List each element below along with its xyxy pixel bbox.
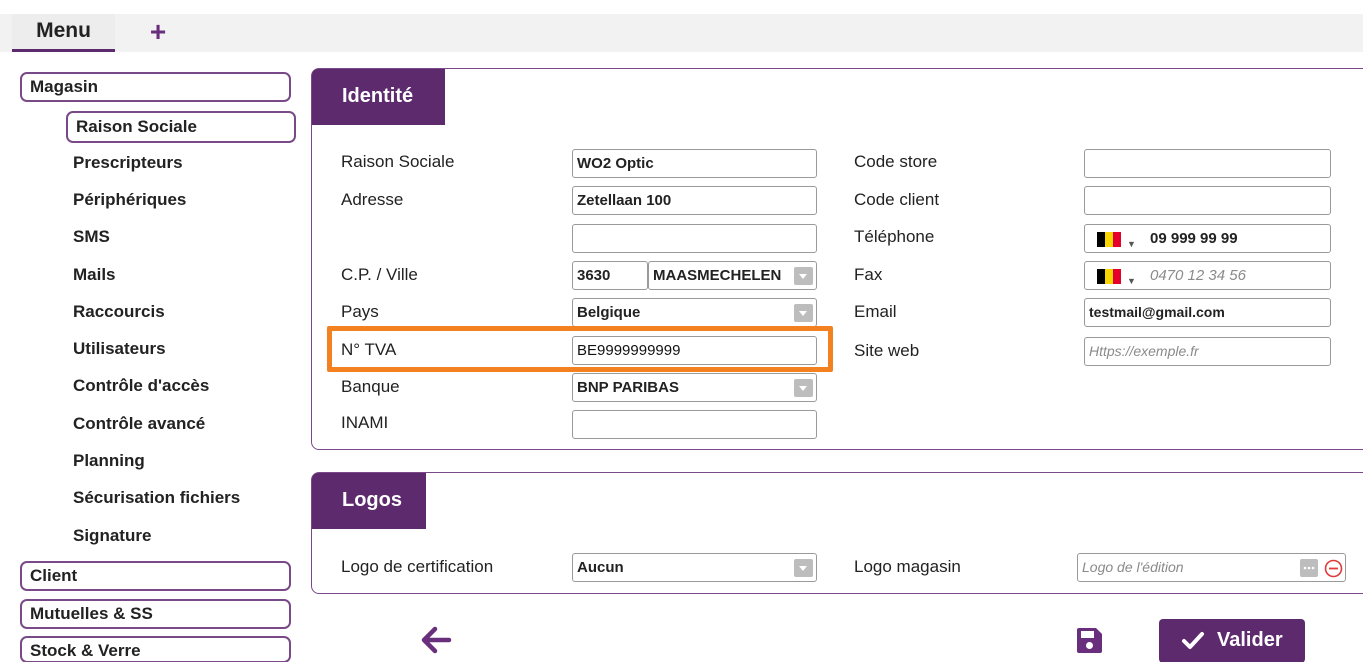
adresse-line2-input[interactable]	[572, 224, 817, 253]
sidebar-item-securisation-fichiers[interactable]: Sécurisation fichiers	[66, 483, 296, 515]
label-fax: Fax	[854, 265, 883, 284]
pays-value: Belgique	[577, 304, 641, 321]
fax-input[interactable]: ▼ 0470 12 34 56	[1084, 261, 1331, 290]
inami-input[interactable]	[572, 410, 817, 439]
sidebar-item-planning[interactable]: Planning	[66, 446, 296, 478]
valider-button[interactable]: Valider	[1159, 619, 1305, 662]
caret-down-icon[interactable]: ▼	[1127, 231, 1136, 252]
tab-bar: Menu +	[0, 14, 1363, 52]
chevron-down-icon[interactable]	[794, 304, 813, 322]
sidebar-group-mutuelles[interactable]: Mutuelles & SS	[20, 599, 291, 629]
chevron-down-icon[interactable]	[794, 379, 813, 397]
sidebar-item-raccourcis[interactable]: Raccourcis	[66, 297, 296, 329]
chevron-down-icon[interactable]	[794, 267, 813, 285]
adresse-input[interactable]: Zetellaan 100	[572, 186, 817, 215]
logos-title: Logos	[312, 473, 426, 529]
identite-title: Identité	[312, 69, 445, 125]
save-icon[interactable]	[1075, 626, 1104, 655]
belgium-flag-icon[interactable]	[1097, 232, 1121, 247]
sidebar-item-prescripteurs[interactable]: Prescripteurs	[66, 148, 296, 180]
tva-highlight-box	[327, 326, 833, 372]
label-inami: INAMI	[341, 413, 389, 432]
sidebar-group-stock[interactable]: Stock & Verre	[20, 636, 291, 662]
sidebar-item-signature[interactable]: Signature	[66, 521, 296, 553]
check-icon	[1182, 632, 1204, 649]
sidebar-group-magasin[interactable]: Magasin	[20, 72, 291, 102]
label-code-store: Code store	[854, 152, 938, 171]
belgium-flag-icon[interactable]	[1097, 269, 1121, 284]
banque-select[interactable]: BNP PARIBAS	[572, 373, 817, 402]
remove-icon[interactable]	[1324, 559, 1343, 578]
code-client-input[interactable]	[1084, 186, 1331, 215]
banque-value: BNP PARIBAS	[577, 379, 679, 396]
label-logo-magasin: Logo magasin	[854, 557, 961, 576]
more-icon[interactable]	[1300, 559, 1318, 577]
sidebar-item-mails[interactable]: Mails	[66, 260, 296, 292]
identite-panel: Identité	[311, 68, 1363, 450]
sidebar-item-controle-acces[interactable]: Contrôle d'accès	[66, 371, 296, 403]
sidebar-item-peripheriques[interactable]: Périphériques	[66, 185, 296, 217]
sidebar-item-sms[interactable]: SMS	[66, 222, 296, 254]
pays-select[interactable]: Belgique	[572, 298, 817, 327]
cp-input[interactable]: 3630	[572, 261, 648, 290]
sidebar-item-controle-avance[interactable]: Contrôle avancé	[66, 409, 296, 441]
fax-placeholder: 0470 12 34 56	[1150, 267, 1246, 284]
sidebar-item-utilisateurs[interactable]: Utilisateurs	[66, 334, 296, 366]
label-banque: Banque	[341, 377, 400, 396]
label-cp-ville: C.P. / Ville	[341, 265, 418, 284]
label-site-web: Site web	[854, 341, 920, 360]
logo-certification-value: Aucun	[577, 559, 624, 576]
ville-value: MAASMECHELEN	[653, 267, 782, 284]
code-store-input[interactable]	[1084, 149, 1331, 178]
logo-magasin-placeholder: Logo de l'édition	[1082, 559, 1184, 575]
chevron-down-icon[interactable]	[794, 559, 813, 577]
logo-certification-select[interactable]: Aucun	[572, 553, 817, 582]
add-tab-button[interactable]: +	[145, 15, 171, 49]
label-code-client: Code client	[854, 190, 940, 209]
label-email: Email	[854, 302, 897, 321]
raison-sociale-input[interactable]: WO2 Optic	[572, 149, 817, 178]
label-logo-certification: Logo de certification	[341, 557, 494, 576]
label-adresse: Adresse	[341, 190, 404, 209]
site-web-input[interactable]: Https://exemple.fr	[1084, 337, 1331, 366]
email-input[interactable]: testmail@gmail.com	[1084, 298, 1331, 327]
tab-menu[interactable]: Menu	[12, 14, 115, 52]
caret-down-icon[interactable]: ▼	[1127, 268, 1136, 289]
sidebar-group-client[interactable]: Client	[20, 561, 291, 591]
back-arrow-icon[interactable]	[419, 625, 453, 655]
valider-label: Valider	[1217, 629, 1283, 651]
telephone-value: 09 999 99 99	[1150, 230, 1238, 247]
logo-magasin-input[interactable]: Logo de l'édition	[1077, 553, 1346, 582]
ville-select[interactable]: MAASMECHELEN	[648, 261, 817, 290]
label-telephone: Téléphone	[854, 227, 935, 246]
label-raison-sociale: Raison Sociale	[341, 152, 455, 171]
label-pays: Pays	[341, 302, 379, 321]
telephone-input[interactable]: ▼ 09 999 99 99	[1084, 224, 1331, 253]
sidebar-item-raison-sociale[interactable]: Raison Sociale	[66, 111, 296, 143]
